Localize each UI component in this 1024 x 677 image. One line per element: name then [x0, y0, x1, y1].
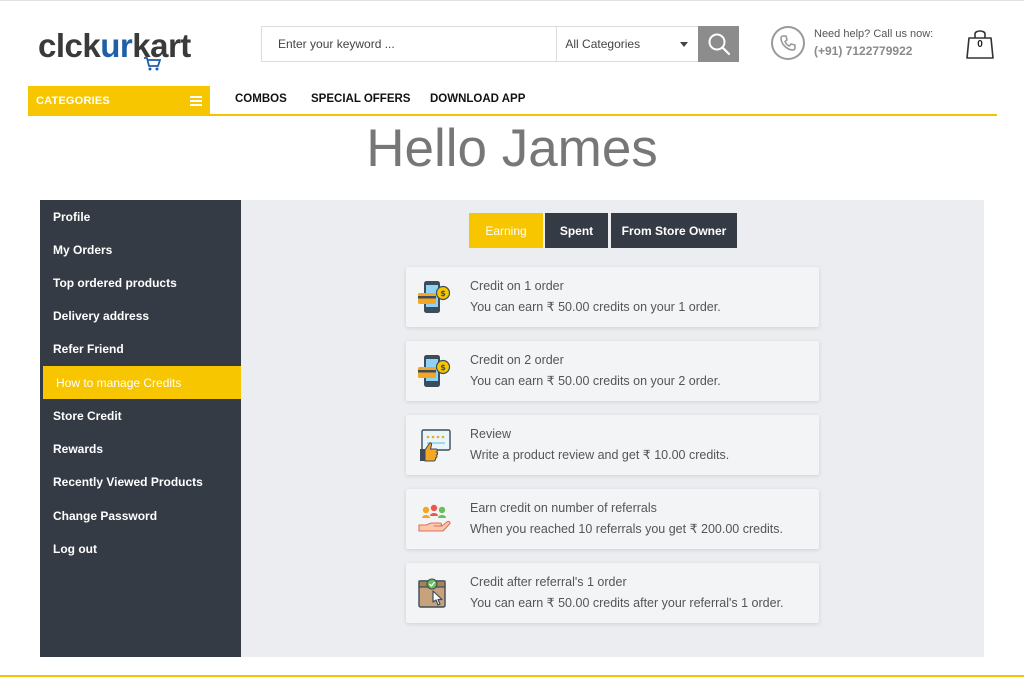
phone-icon: [771, 26, 805, 60]
logo-text-part-3: ur: [100, 27, 133, 64]
credit-card-item: $ Credit on 1 order You can earn ₹ 50.00…: [406, 267, 819, 327]
logo-text-part-4: kart: [132, 27, 191, 64]
sidebar-item-store-credit[interactable]: Store Credit: [40, 399, 241, 432]
site-logo[interactable]: clckurkart: [38, 22, 191, 71]
sidebar-item-recently-viewed[interactable]: Recently Viewed Products: [40, 465, 241, 498]
categories-label: CATEGORIES: [36, 94, 110, 107]
logo-text-part-1: cl: [38, 27, 65, 64]
main-navbar: CATEGORIES COMBOS SPECIAL OFFERS DOWNLOA…: [28, 86, 997, 116]
search-button[interactable]: [698, 26, 739, 62]
cart-count: 0: [977, 39, 983, 50]
hamburger-icon: [190, 95, 202, 106]
card-title: Credit on 1 order: [470, 279, 564, 293]
sidebar-item-log-out[interactable]: Log out: [40, 532, 241, 565]
card-description: You can earn ₹ 50.00 credits on your 1 o…: [470, 300, 721, 314]
nav-link-download-app[interactable]: DOWNLOAD APP: [430, 93, 525, 105]
mobile-payment-icon: $: [418, 281, 451, 313]
credit-card-item: Review Write a product review and get ₹ …: [406, 415, 819, 475]
tab-spent[interactable]: Spent: [545, 213, 608, 248]
tab-from-store-owner[interactable]: From Store Owner: [611, 213, 737, 248]
card-description: When you reached 10 referrals you get ₹ …: [470, 522, 783, 536]
mobile-payment-icon: $: [418, 355, 451, 387]
credits-panel: Earning Spent From Store Owner $ Credit …: [241, 200, 984, 657]
page-title: Hello James: [366, 119, 658, 178]
credit-card-item: Earn credit on number of referrals When …: [406, 489, 819, 549]
box-click-icon: [418, 578, 446, 608]
card-title: Credit on 2 order: [470, 353, 564, 367]
card-description: You can earn ₹ 50.00 credits after your …: [470, 596, 784, 610]
sidebar-item-top-ordered-products[interactable]: Top ordered products: [40, 266, 241, 299]
logo-cart-icon: [144, 57, 161, 71]
svg-text:$: $: [440, 363, 446, 372]
help-label: Need help? Call us now:: [814, 28, 934, 40]
chevron-down-icon: [680, 41, 689, 47]
logo-text-part-2: ck: [64, 27, 101, 64]
sidebar-item-profile[interactable]: Profile: [40, 200, 241, 233]
card-title: Review: [470, 427, 511, 441]
card-title: Credit after referral's 1 order: [470, 575, 627, 589]
top-divider: [0, 0, 1024, 1]
account-sidebar: Profile My Orders Top ordered products D…: [40, 200, 241, 657]
help-contact: Need help? Call us now: (+91) 7122779922: [771, 26, 933, 60]
category-select[interactable]: All Categories: [556, 27, 699, 61]
card-description: You can earn ₹ 50.00 credits on your 2 o…: [470, 374, 721, 388]
nav-link-combos[interactable]: COMBOS: [235, 93, 287, 105]
cart-button[interactable]: 0: [963, 26, 997, 60]
credit-card-item: Credit after referral's 1 order You can …: [406, 563, 819, 623]
category-select-value: All Categories: [565, 37, 641, 51]
review-icon: [420, 429, 451, 462]
card-description: Write a product review and get ₹ 10.00 c…: [470, 448, 730, 462]
sidebar-item-delivery-address[interactable]: Delivery address: [40, 299, 241, 332]
categories-button[interactable]: CATEGORIES: [28, 86, 210, 115]
help-phone-number[interactable]: (+91) 7122779922: [814, 43, 933, 60]
tab-earning[interactable]: Earning: [469, 213, 543, 248]
nav-link-special-offers[interactable]: SPECIAL OFFERS: [311, 93, 410, 105]
search-bar: All Categories: [261, 26, 739, 62]
referral-hand-icon: [418, 504, 451, 532]
card-title: Earn credit on number of referrals: [470, 501, 657, 515]
sidebar-item-refer-friend[interactable]: Refer Friend: [40, 332, 241, 365]
sidebar-item-manage-credits[interactable]: How to manage Credits: [43, 366, 241, 399]
svg-text:$: $: [440, 289, 446, 298]
sidebar-item-rewards[interactable]: Rewards: [40, 432, 241, 465]
search-input[interactable]: [262, 27, 557, 61]
sidebar-item-change-password[interactable]: Change Password: [40, 499, 241, 532]
search-icon: [708, 33, 730, 56]
credit-card-item: $ Credit on 2 order You can earn ₹ 50.00…: [406, 341, 819, 401]
sidebar-item-my-orders[interactable]: My Orders: [40, 233, 241, 266]
page: clckurkart All Categories Need: [0, 0, 1024, 677]
